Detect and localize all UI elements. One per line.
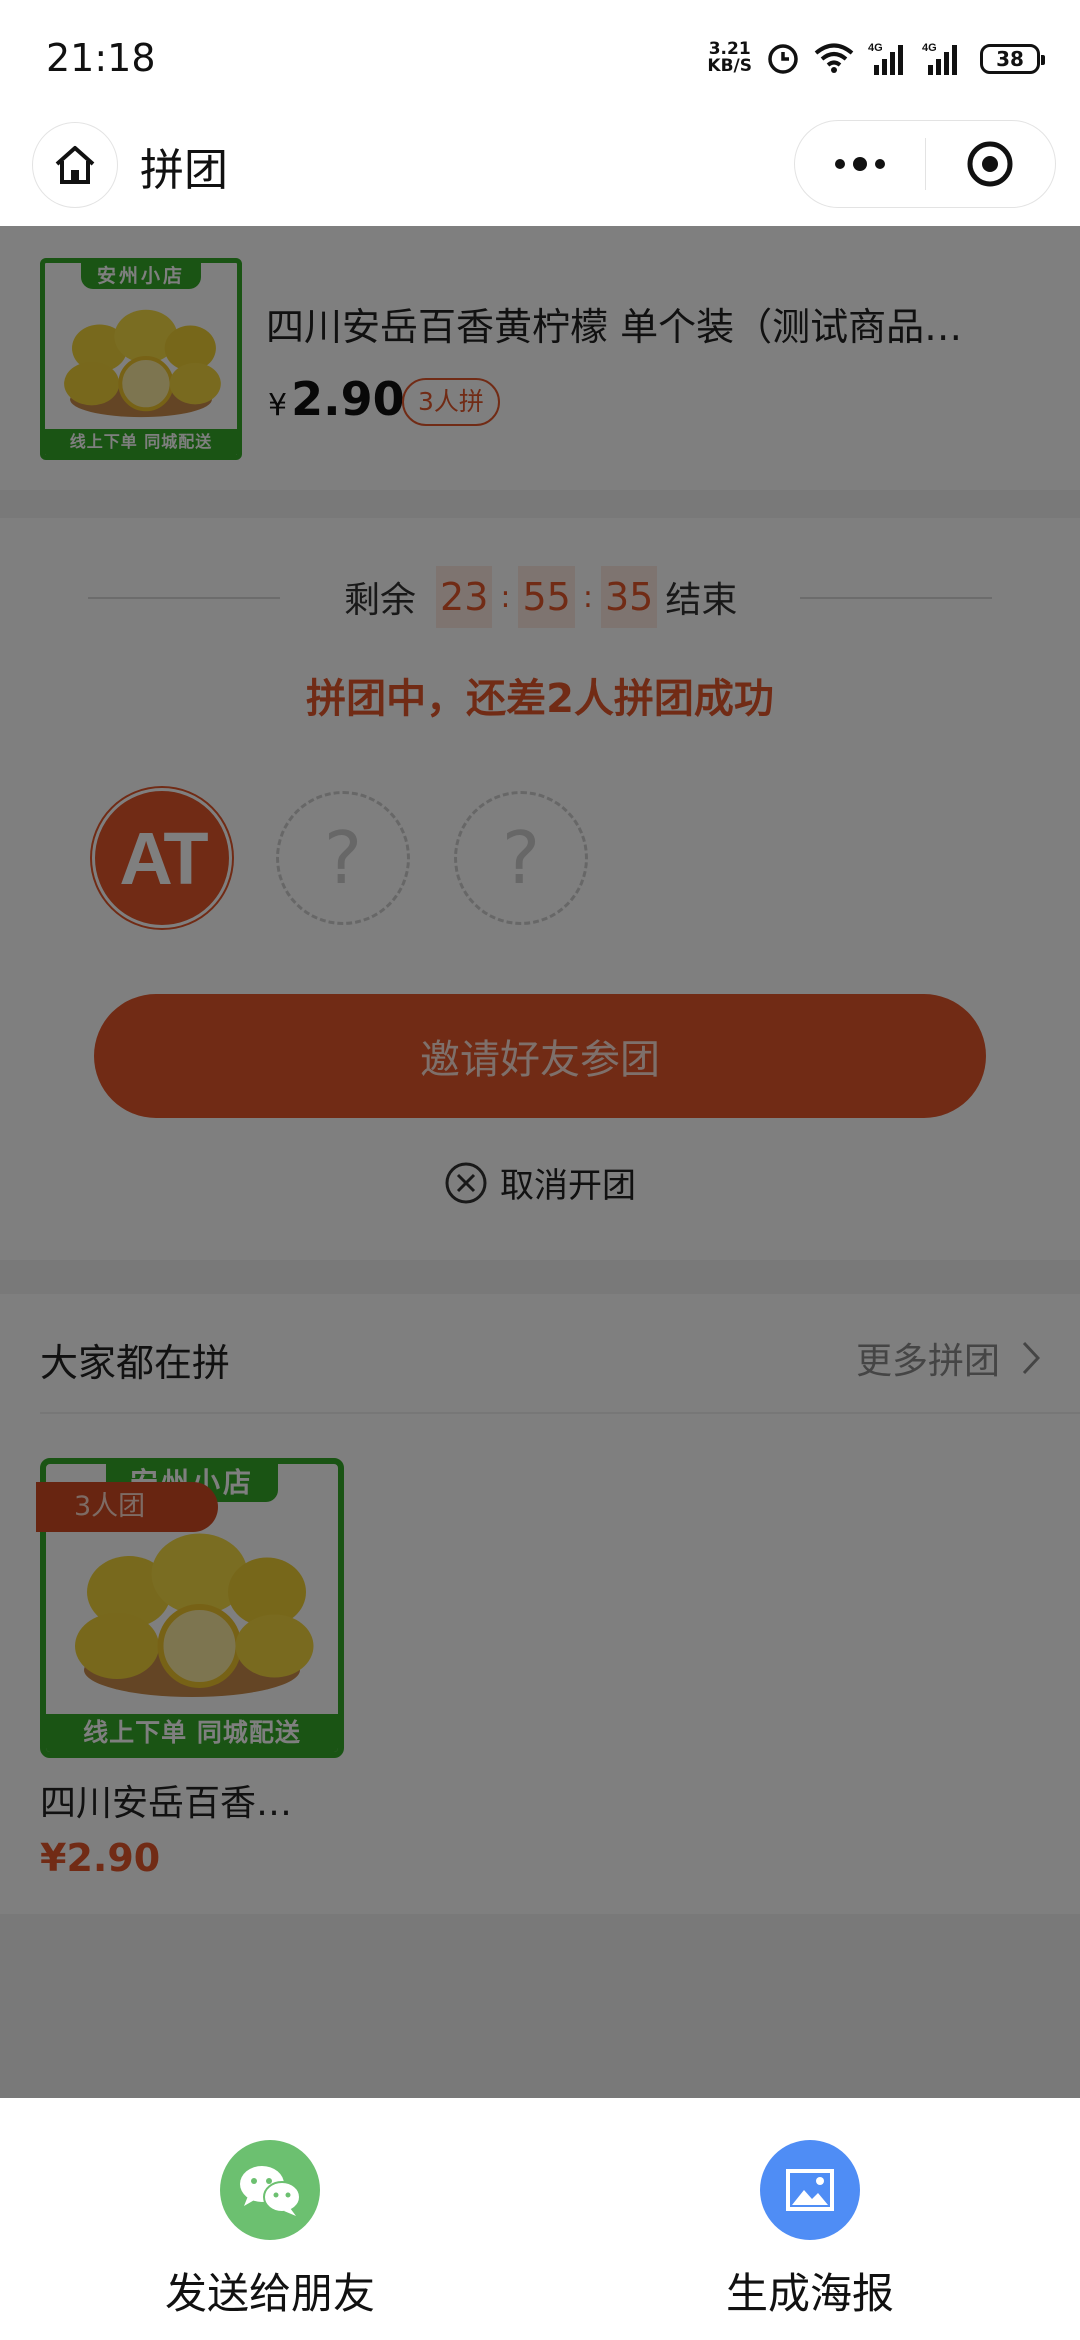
generate-poster-option[interactable]: 生成海报 <box>660 2140 960 2321</box>
send-to-friend-option[interactable]: 发送给朋友 <box>120 2140 420 2321</box>
mini-program-capsule <box>794 120 1056 208</box>
net-speed: 3.21 KB/S <box>707 41 752 75</box>
signal-icon-2: 4G <box>922 41 962 75</box>
alarm-icon <box>766 41 800 75</box>
send-to-friend-label: 发送给朋友 <box>164 2269 375 2318</box>
image-icon <box>760 2140 860 2240</box>
svg-text:4G: 4G <box>868 42 883 54</box>
wifi-icon <box>814 42 854 74</box>
more-dots-icon <box>834 157 885 171</box>
home-icon <box>55 146 95 184</box>
home-button[interactable] <box>32 122 118 208</box>
nav-bar: 拼团 <box>0 116 1080 226</box>
share-sheet: 发送给朋友 生成海报 <box>0 2098 1080 2340</box>
status-bar: 21:18 3.21 KB/S 4G 4G 38 <box>0 0 1080 116</box>
svg-text:4G: 4G <box>922 42 937 54</box>
status-time: 21:18 <box>46 36 156 80</box>
status-icons: 3.21 KB/S 4G 4G <box>707 36 962 80</box>
wechat-icon <box>220 2140 320 2240</box>
close-mini-program-button[interactable] <box>926 121 1056 207</box>
more-button[interactable] <box>795 121 925 207</box>
signal-icon-1: 4G <box>868 41 908 75</box>
net-speed-unit: KB/S <box>707 56 752 76</box>
target-close-icon <box>967 141 1013 187</box>
modal-overlay[interactable] <box>0 226 1080 2098</box>
page-title: 拼团 <box>140 145 228 196</box>
battery-indicator: 38 <box>980 44 1045 74</box>
generate-poster-label: 生成海报 <box>725 2269 894 2318</box>
